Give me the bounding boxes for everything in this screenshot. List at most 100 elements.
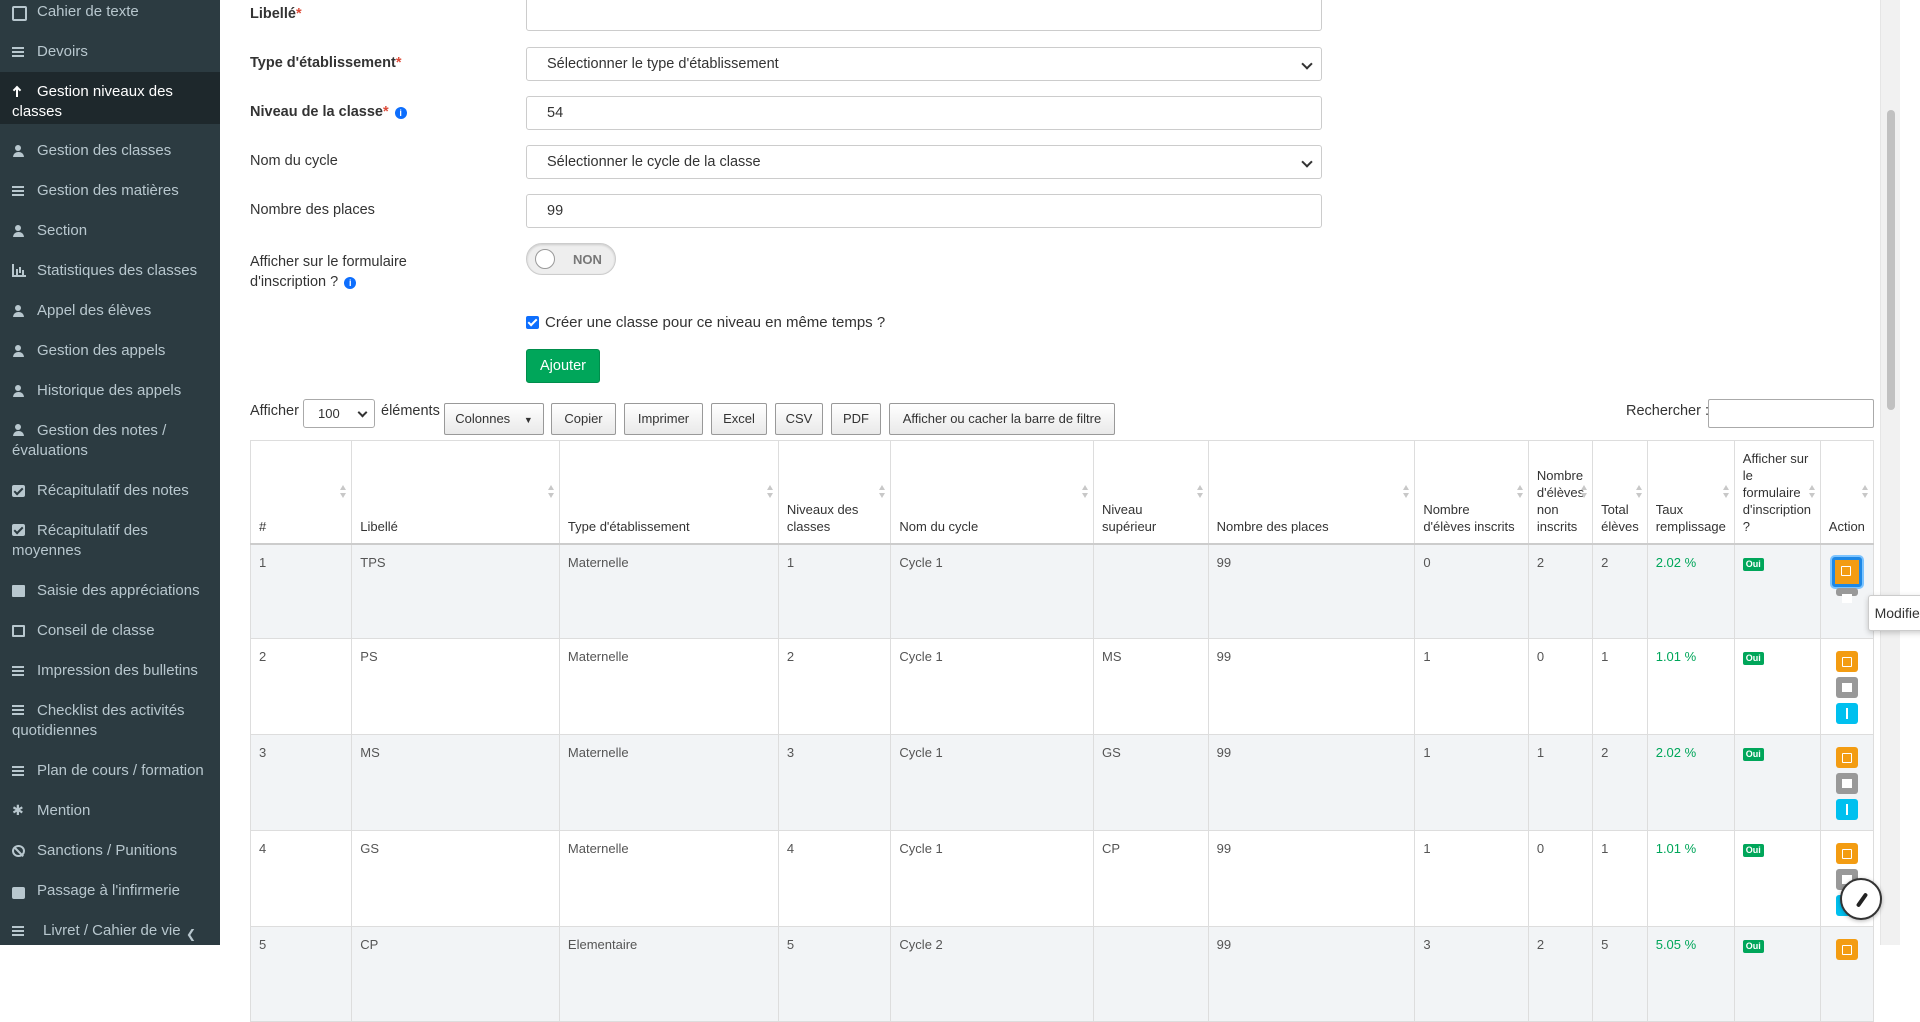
sidebar-item-conseil-classe[interactable]: Conseil de classe	[0, 621, 220, 641]
cell-niveau: 1	[777, 543, 892, 639]
archive-button[interactable]	[1835, 587, 1858, 603]
niveaux-table: # Libellé Type d'établissement Niveaux d…	[249, 440, 1875, 1022]
sidebar-item-statistiques[interactable]: Statistiques des classes	[0, 261, 220, 281]
nombre-places-input[interactable]: 99	[526, 194, 1322, 228]
sidebar-item-label: Mention	[37, 802, 91, 819]
ajouter-button[interactable]: Ajouter	[526, 349, 600, 383]
page-length-select[interactable]: 100	[303, 399, 375, 428]
search-label: Rechercher :	[1626, 403, 1710, 419]
file-icon	[12, 585, 25, 597]
col-header-places[interactable]: Nombre des places	[1207, 440, 1416, 545]
col-header-niveaux[interactable]: Niveaux des classes	[777, 440, 892, 545]
libelle-input[interactable]	[526, 0, 1322, 31]
nom-cycle-select[interactable]: Sélectionner le cycle de la classe	[526, 145, 1322, 179]
cell-taux: 2.02 %	[1646, 734, 1735, 831]
sitemap-icon	[12, 145, 25, 157]
pdf-button[interactable]: PDF	[831, 403, 881, 435]
cell-niveau: 5	[777, 926, 892, 1022]
ban-icon	[12, 845, 25, 857]
info-icon[interactable]: i	[394, 107, 407, 119]
sort-icon	[1196, 485, 1203, 499]
cell-actions	[1819, 543, 1875, 639]
csv-button[interactable]: CSV	[775, 403, 823, 435]
search-input[interactable]	[1708, 399, 1874, 428]
columns-button[interactable]: Colonnes ▼	[444, 403, 544, 435]
afficher-formulaire-toggle[interactable]: NON	[526, 243, 616, 275]
sidebar-item-recap-moyennes[interactable]: Récapitulatif des moyennes	[0, 521, 220, 563]
type-etablissement-select[interactable]: Sélectionner le type d'établissement	[526, 47, 1322, 81]
info-icon[interactable]: i	[344, 277, 357, 289]
sidebar-item-gestion-appels[interactable]: Gestion des appels	[0, 341, 220, 361]
sidebar-item-devoirs[interactable]: Devoirs	[0, 42, 220, 62]
sidebar-item-appel-eleves[interactable]: Appel des élèves	[0, 301, 220, 321]
edit-button[interactable]	[1835, 747, 1858, 768]
sidebar-item-gestion-niveaux[interactable]: Gestion niveaux des classes	[0, 72, 220, 124]
edit-button[interactable]	[1835, 843, 1858, 864]
cell-non-inscrits: 0	[1527, 638, 1594, 735]
col-header-total[interactable]: Total élèves	[1592, 440, 1648, 545]
edit-button[interactable]	[1835, 651, 1858, 672]
col-header-libelle[interactable]: Libellé	[351, 440, 560, 545]
sidebar-item-label: Impression des bulletins	[37, 662, 198, 679]
excel-button[interactable]: Excel	[711, 403, 767, 435]
sidebar-item-saisie-appreciations[interactable]: Saisie des appréciations	[0, 581, 220, 601]
col-header-non-inscrits[interactable]: Nombre d'élèves non inscrits	[1527, 440, 1594, 545]
sidebar-item-checklist[interactable]: Checklist des activités quotidiennes	[0, 701, 220, 743]
sidebar-item-recap-notes[interactable]: Récapitulatif des notes	[0, 481, 220, 501]
col-header-cycle[interactable]: Nom du cycle	[890, 440, 1095, 545]
oui-badge: Oui	[1742, 940, 1764, 953]
sidebar-item-cahier-de-texte[interactable]: Cahier de texte	[0, 2, 220, 22]
creer-classe-checkbox[interactable]	[526, 316, 539, 329]
modifier-tooltip: Modifier	[1868, 595, 1920, 631]
sidebar-item-historique-appels[interactable]: Historique des appels	[0, 381, 220, 401]
scrollbar-thumb[interactable]	[1887, 110, 1895, 410]
copy-button[interactable]: Copier	[551, 403, 616, 435]
sidebar-item-plan-cours[interactable]: Plan de cours / formation	[0, 761, 220, 781]
cell-superieur	[1093, 926, 1209, 1022]
sidebar-item-impression-bulletins[interactable]: Impression des bulletins	[0, 661, 220, 681]
col-header-superieur[interactable]: Niveau supérieur	[1093, 440, 1209, 545]
archive-button[interactable]	[1835, 773, 1858, 794]
sort-icon	[766, 485, 773, 499]
cell-superieur: GS	[1093, 734, 1209, 831]
table-row: 4 GS Maternelle 4 Cycle 1 CP 99 1 0 1 1.…	[249, 830, 1875, 927]
users-icon	[12, 305, 25, 317]
oui-badge: Oui	[1742, 748, 1764, 761]
check-square-icon	[12, 485, 25, 497]
level-up-button[interactable]	[1835, 799, 1858, 820]
edit-button[interactable]	[1831, 556, 1862, 587]
pen-tool-icon[interactable]	[1840, 878, 1882, 920]
col-header-num[interactable]: #	[249, 440, 353, 545]
sidebar-item-label: Passage à l'infirmerie	[37, 882, 180, 899]
sidebar-item-infirmerie[interactable]: Passage à l'infirmerie	[0, 881, 220, 901]
sidebar-item-sanctions[interactable]: Sanctions / Punitions	[0, 841, 220, 861]
niveau-classe-label: Niveau de la classe* i	[250, 104, 407, 120]
sidebar-item-label: Sanctions / Punitions	[37, 842, 178, 859]
col-header-type[interactable]: Type d'établissement	[558, 440, 779, 545]
list-icon	[12, 704, 25, 716]
sidebar-item-gestion-classes[interactable]: Gestion des classes	[0, 141, 220, 161]
creer-classe-checkbox-row[interactable]: Créer une classe pour ce niveau en même …	[526, 314, 885, 331]
sort-icon	[1403, 485, 1410, 499]
sidebar-item-gestion-matieres[interactable]: Gestion des matières	[0, 181, 220, 201]
niveau-classe-input[interactable]: 54	[526, 96, 1322, 130]
cell-inscrits: 1	[1414, 638, 1529, 735]
col-header-action[interactable]: Action	[1819, 440, 1875, 545]
print-button[interactable]: Imprimer	[624, 403, 703, 435]
edit-button[interactable]	[1835, 939, 1858, 960]
sidebar-item-livret[interactable]: Livret / Cahier de vie ❮	[0, 921, 220, 941]
sidebar-item-section[interactable]: Section	[0, 221, 220, 241]
sort-icon	[1635, 485, 1642, 499]
filter-toggle-button[interactable]: Afficher ou cacher la barre de filtre	[889, 403, 1115, 435]
page-scrollbar[interactable]	[1880, 0, 1900, 945]
sidebar-item-gestion-notes[interactable]: Gestion des notes / évaluations	[0, 421, 220, 463]
sort-icon	[879, 485, 886, 499]
level-up-button[interactable]	[1835, 703, 1858, 724]
col-header-afficher[interactable]: Afficher sur le formulaire d'inscription…	[1733, 440, 1821, 545]
cell-cycle: Cycle 1	[890, 543, 1095, 639]
cell-num: 5	[249, 926, 353, 1022]
archive-button[interactable]	[1835, 677, 1858, 698]
sidebar-item-mention[interactable]: Mention	[0, 800, 220, 821]
col-header-taux[interactable]: Taux remplissage	[1646, 440, 1735, 545]
col-header-inscrits[interactable]: Nombre d'élèves inscrits	[1414, 440, 1529, 545]
